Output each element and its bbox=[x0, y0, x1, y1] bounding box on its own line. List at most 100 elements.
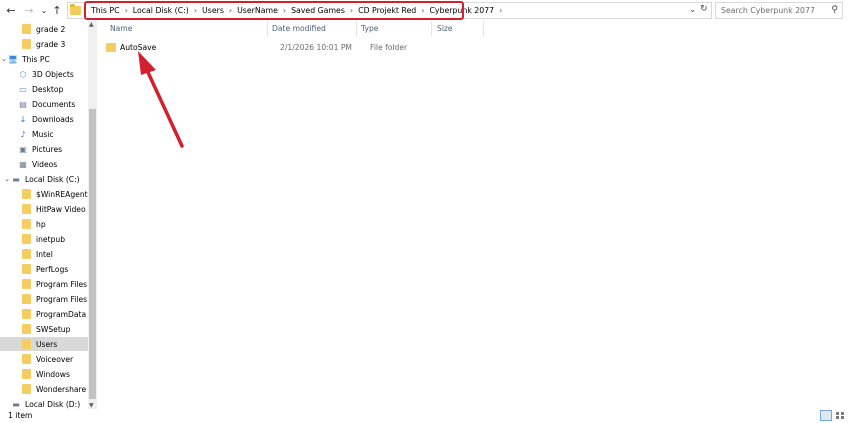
nav-item-label: Intel bbox=[36, 249, 53, 259]
nav-item[interactable]: ↓ Downloads bbox=[0, 112, 96, 126]
nav-item[interactable]: ▬ Local Disk (D:) bbox=[0, 397, 89, 409]
expand-chevron-icon[interactable]: ⌄ bbox=[0, 55, 8, 63]
nav-item[interactable]: Wondershare U bbox=[0, 382, 97, 396]
folder-icon bbox=[22, 264, 31, 274]
music-icon: ♪ bbox=[20, 129, 26, 139]
details-view-icon[interactable] bbox=[820, 410, 832, 421]
nav-item[interactable]: ▦ Videos bbox=[0, 157, 96, 171]
nav-item[interactable]: Intel bbox=[0, 247, 97, 261]
nav-item-label: Users bbox=[36, 339, 58, 349]
folder-icon bbox=[22, 204, 31, 214]
nav-item[interactable]: ♪ Music bbox=[0, 127, 96, 141]
folder-icon bbox=[22, 24, 31, 34]
downloads-icon: ↓ bbox=[19, 114, 27, 124]
folder-icon bbox=[22, 369, 31, 379]
nav-item[interactable]: ▭ Desktop bbox=[0, 82, 96, 96]
file-name: AutoSave bbox=[120, 42, 157, 52]
nav-item[interactable]: ⌄ 🖥 This PC bbox=[0, 52, 86, 66]
nav-item[interactable]: HitPaw Video C bbox=[0, 202, 97, 216]
folder-icon bbox=[22, 339, 31, 349]
breadcrumb-item[interactable]: Cyberpunk 2077 bbox=[425, 6, 498, 15]
nav-item[interactable]: ▣ Pictures bbox=[0, 142, 96, 156]
nav-item[interactable]: Users bbox=[0, 337, 97, 351]
address-bar[interactable]: › This PC › Local Disk (C:) › Users › UserName… bbox=[67, 2, 712, 19]
breadcrumb-item[interactable]: Users bbox=[198, 6, 228, 15]
folder-icon bbox=[22, 384, 31, 394]
nav-item[interactable]: $WinREAgent bbox=[0, 187, 97, 201]
breadcrumb-item[interactable]: Local Disk (C:) bbox=[129, 6, 193, 15]
breadcrumb-separator-icon[interactable]: › bbox=[83, 5, 86, 14]
back-arrow-icon[interactable]: ← bbox=[4, 3, 18, 17]
file-date-modified: 2/1/2026 10:01 PM bbox=[280, 42, 352, 52]
breadcrumb-item[interactable]: Saved Games bbox=[287, 6, 349, 15]
column-size[interactable]: Size bbox=[437, 24, 453, 33]
drive-icon: ▬ bbox=[12, 174, 20, 184]
search-icon[interactable]: ⚲ bbox=[831, 5, 838, 15]
nav-item[interactable]: PerfLogs bbox=[0, 262, 97, 276]
nav-item[interactable]: ⬡ 3D Objects bbox=[0, 67, 96, 81]
large-icons-view-icon[interactable] bbox=[834, 410, 846, 421]
scroll-down-icon[interactable]: ▼ bbox=[89, 402, 94, 409]
3d-objects-icon: ⬡ bbox=[19, 69, 27, 79]
computer-icon: 🖥 bbox=[7, 54, 19, 64]
breadcrumb-item[interactable]: UserName bbox=[233, 6, 282, 15]
nav-item-label: 3D Objects bbox=[32, 69, 74, 79]
nav-item-label: SWSetup bbox=[36, 324, 71, 334]
recent-locations-chevron-icon[interactable]: ⌄ bbox=[37, 3, 51, 17]
nav-item[interactable]: inetpub bbox=[0, 232, 97, 246]
nav-item-label: $WinREAgent bbox=[36, 189, 88, 199]
nav-item[interactable]: Windows bbox=[0, 367, 97, 381]
file-row-autosave[interactable]: AutoSave 2/1/2026 10:01 PM File folder bbox=[106, 40, 476, 54]
column-divider bbox=[483, 21, 484, 36]
nav-item-label: This PC bbox=[22, 54, 50, 64]
nav-item[interactable]: ProgramData bbox=[0, 307, 97, 321]
address-dropdown-icon[interactable]: ⌄ bbox=[689, 5, 696, 14]
folder-icon bbox=[22, 219, 31, 229]
nav-item[interactable]: grade 3 bbox=[0, 37, 97, 51]
nav-item[interactable]: ⌄ ▬ Local Disk (C:) bbox=[0, 172, 89, 186]
nav-item[interactable]: grade 2 bbox=[0, 22, 97, 36]
folder-icon bbox=[22, 324, 31, 334]
search-box[interactable]: Search Cyberpunk 2077 ⚲ bbox=[715, 2, 843, 19]
column-date-modified[interactable]: Date modified bbox=[272, 24, 326, 33]
nav-item[interactable]: SWSetup bbox=[0, 322, 97, 336]
nav-item-label: inetpub bbox=[36, 234, 66, 244]
folder-icon bbox=[22, 354, 31, 364]
folder-icon bbox=[22, 309, 31, 319]
folder-icon bbox=[106, 42, 116, 52]
up-arrow-icon[interactable]: ↑ bbox=[50, 3, 64, 17]
folder-icon bbox=[70, 4, 81, 15]
nav-item-label: PerfLogs bbox=[36, 264, 69, 274]
forward-arrow-icon[interactable]: → bbox=[22, 3, 36, 17]
nav-item-label: Program Files ( bbox=[36, 294, 93, 304]
scrollbar-thumb[interactable] bbox=[89, 109, 96, 399]
expand-chevron-icon[interactable]: ⌄ bbox=[3, 175, 11, 183]
navigation-scrollbar[interactable]: ▲ ▼ bbox=[88, 21, 97, 409]
column-divider bbox=[431, 21, 432, 36]
nav-item-label: Documents bbox=[32, 99, 76, 109]
column-divider bbox=[267, 21, 268, 36]
nav-item[interactable]: hp bbox=[0, 217, 97, 231]
videos-icon: ▦ bbox=[19, 159, 27, 169]
column-divider bbox=[356, 21, 357, 36]
nav-item-label: Downloads bbox=[32, 114, 74, 124]
nav-item-label: HitPaw Video C bbox=[36, 204, 94, 214]
nav-item[interactable]: Voiceover bbox=[0, 352, 97, 366]
breadcrumb-item[interactable]: This PC bbox=[87, 6, 124, 15]
search-input[interactable]: Search Cyberpunk 2077 bbox=[721, 6, 815, 15]
nav-item-label: Videos bbox=[32, 159, 58, 169]
column-type[interactable]: Type bbox=[361, 24, 378, 33]
folder-icon bbox=[22, 39, 31, 49]
nav-item[interactable]: ▤ Documents bbox=[0, 97, 96, 111]
column-name[interactable]: Name bbox=[110, 24, 132, 33]
refresh-icon[interactable]: ↻ bbox=[700, 4, 708, 14]
address-toolbar: ← → ⌄ ↑ › This PC › Local Disk (C:) › Users ›… bbox=[0, 0, 850, 21]
item-count: 1 item bbox=[8, 411, 33, 420]
folder-icon bbox=[22, 189, 31, 199]
breadcrumb-separator-icon[interactable]: › bbox=[498, 6, 503, 15]
breadcrumb-item[interactable]: CD Projekt Red bbox=[354, 6, 420, 15]
nav-item[interactable]: Program Files bbox=[0, 277, 97, 291]
nav-item-label: Music bbox=[32, 129, 54, 139]
nav-item[interactable]: Program Files ( bbox=[0, 292, 97, 306]
scroll-up-icon[interactable]: ▲ bbox=[89, 21, 94, 28]
